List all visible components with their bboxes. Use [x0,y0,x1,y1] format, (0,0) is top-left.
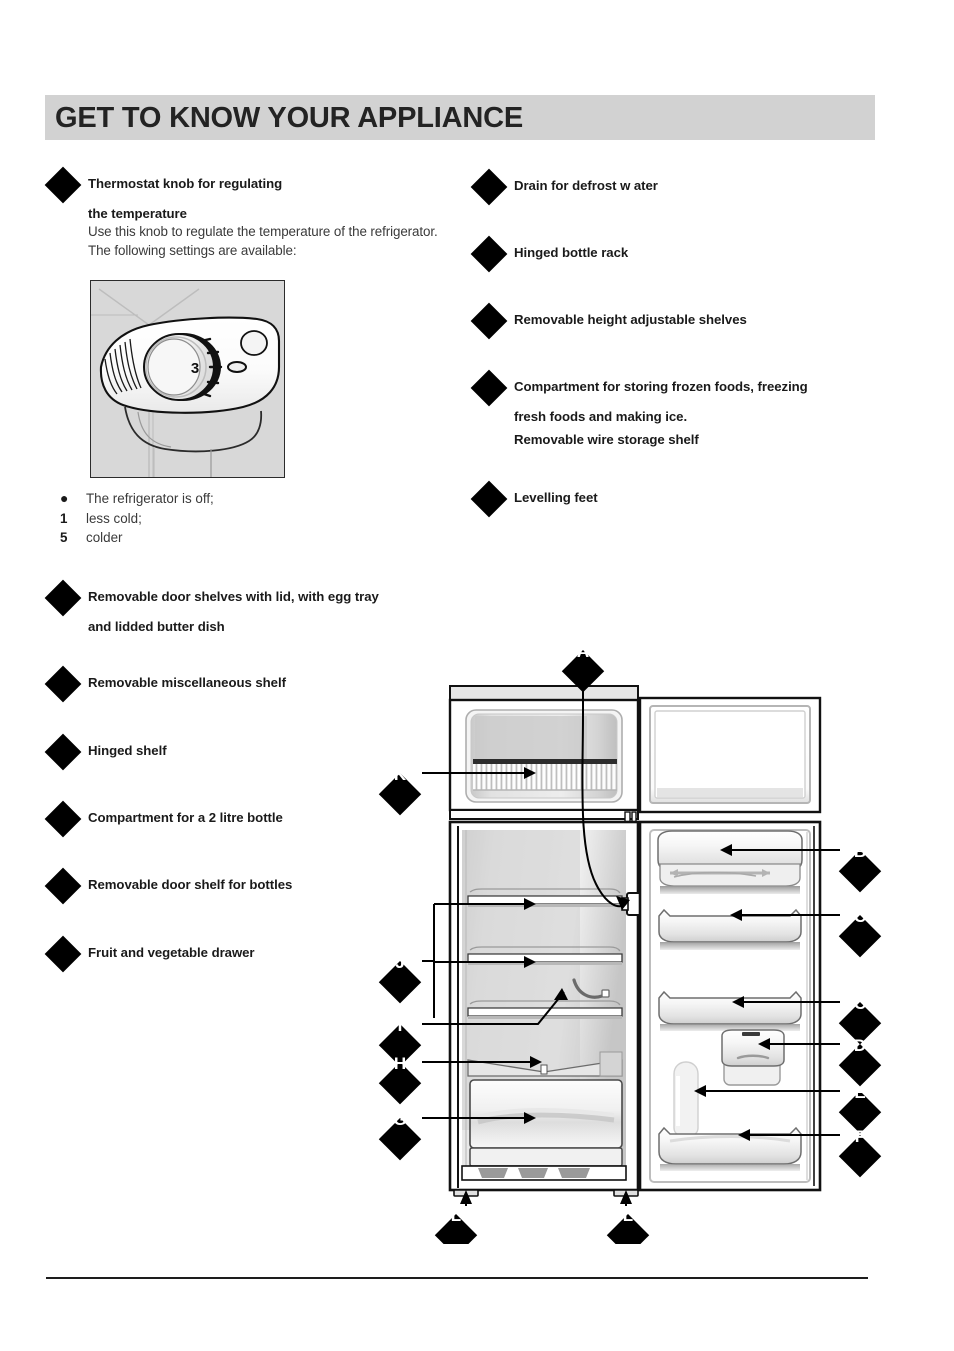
callout-C-upper: C [838,907,882,958]
callout-L-left: L [434,1206,478,1244]
right-item-2-line1: Removable height adjustable shelves [514,312,747,327]
svg-text:F: F [855,1127,865,1146]
dial-number: 3 [191,360,199,377]
svg-text:A: A [577,642,589,661]
bullet-diamond-door-shelves [44,579,82,617]
callout-B: B [838,842,882,893]
callout-A: A [561,642,605,693]
right-item-0-line1: Drain for defrost w ater [514,178,658,193]
callout-E: E [838,1083,882,1134]
thermostat-knob-illustration: 3 [90,280,285,478]
legend-row-off: ● The refrigerator is off; [60,489,390,509]
legend-value-1: less cold; [86,510,142,526]
svg-text:E: E [854,1083,865,1102]
left-item-0-line1: Removable door shelves with lid, with eg… [88,589,379,604]
callout-G: G [378,1110,422,1161]
thermostat-heading-line1: Thermostat knob for regulating [88,176,283,191]
right-item-3-line2: fresh foods and making ice. [514,409,688,424]
right-item-1-line1: Hinged bottle rack [514,245,629,260]
thermostat-settings-legend: ● The refrigerator is off; 1 less cold; … [60,489,390,547]
thermostat-body-text: Use this knob to regulate the temperatur… [88,224,438,258]
thermostat-heading-line2: the temperature [88,206,187,221]
bullet-diamond-fruit-drawer [44,935,82,973]
bullet-diamond-bottle-shelf [44,867,82,905]
bullet-diamond-hinged-shelf [44,733,82,771]
callout-D: D [838,1036,882,1087]
bullet-diamond-bottle-rack [470,235,508,273]
legend-value-5: colder [86,529,123,545]
callout-K: K [378,765,422,816]
bullet-diamond-freezer-compartment [470,369,508,407]
bullet-diamond-levelling-feet [470,480,508,518]
callout-H: H [378,1054,422,1105]
svg-text:G: G [393,1110,406,1129]
legend-row-1: 1 less cold; [60,509,390,528]
svg-text:C: C [854,907,866,926]
callout-J: J [378,953,422,1004]
bullet-diamond-adjustable-shelves [470,302,508,340]
svg-text:J: J [395,953,404,972]
svg-text:H: H [394,1054,406,1073]
legend-key-1: 1 [60,510,68,526]
svg-text:L: L [451,1206,461,1225]
legend-key-off: ● [60,490,69,506]
page-title: GET TO KNOW YOUR APPLIANCE [55,101,523,134]
svg-text:L: L [623,1206,633,1225]
svg-text:D: D [854,1036,866,1055]
bullet-diamond-drain [470,168,508,206]
bullet-diamond-two-litre [44,800,82,838]
footer-rule [46,1277,868,1279]
callout-L-right: L [606,1206,650,1244]
svg-text:I: I [398,1016,403,1035]
svg-text:K: K [394,765,407,784]
right-item-3-line3: Removable wire storage shelf [514,432,699,447]
refrigerator-diagram: A K B C C D E F J I H G L L [378,628,890,1244]
callout-F: F [838,1127,882,1178]
right-item-4-line1: Levelling feet [514,490,598,505]
right-item-3-line1: Compartment for storing frozen foods, fr… [514,379,808,394]
legend-key-5: 5 [60,529,68,545]
legend-value-off: The refrigerator is off; [86,491,214,506]
svg-text:C: C [854,994,866,1013]
legend-row-5: 5 colder [60,528,390,547]
bullet-diamond-thermostat [44,166,82,204]
svg-text:B: B [854,842,866,861]
manual-page: GET TO KNOW YOUR APPLIANCE Thermostat kn… [0,0,954,1351]
bullet-diamond-misc-shelf [44,665,82,703]
